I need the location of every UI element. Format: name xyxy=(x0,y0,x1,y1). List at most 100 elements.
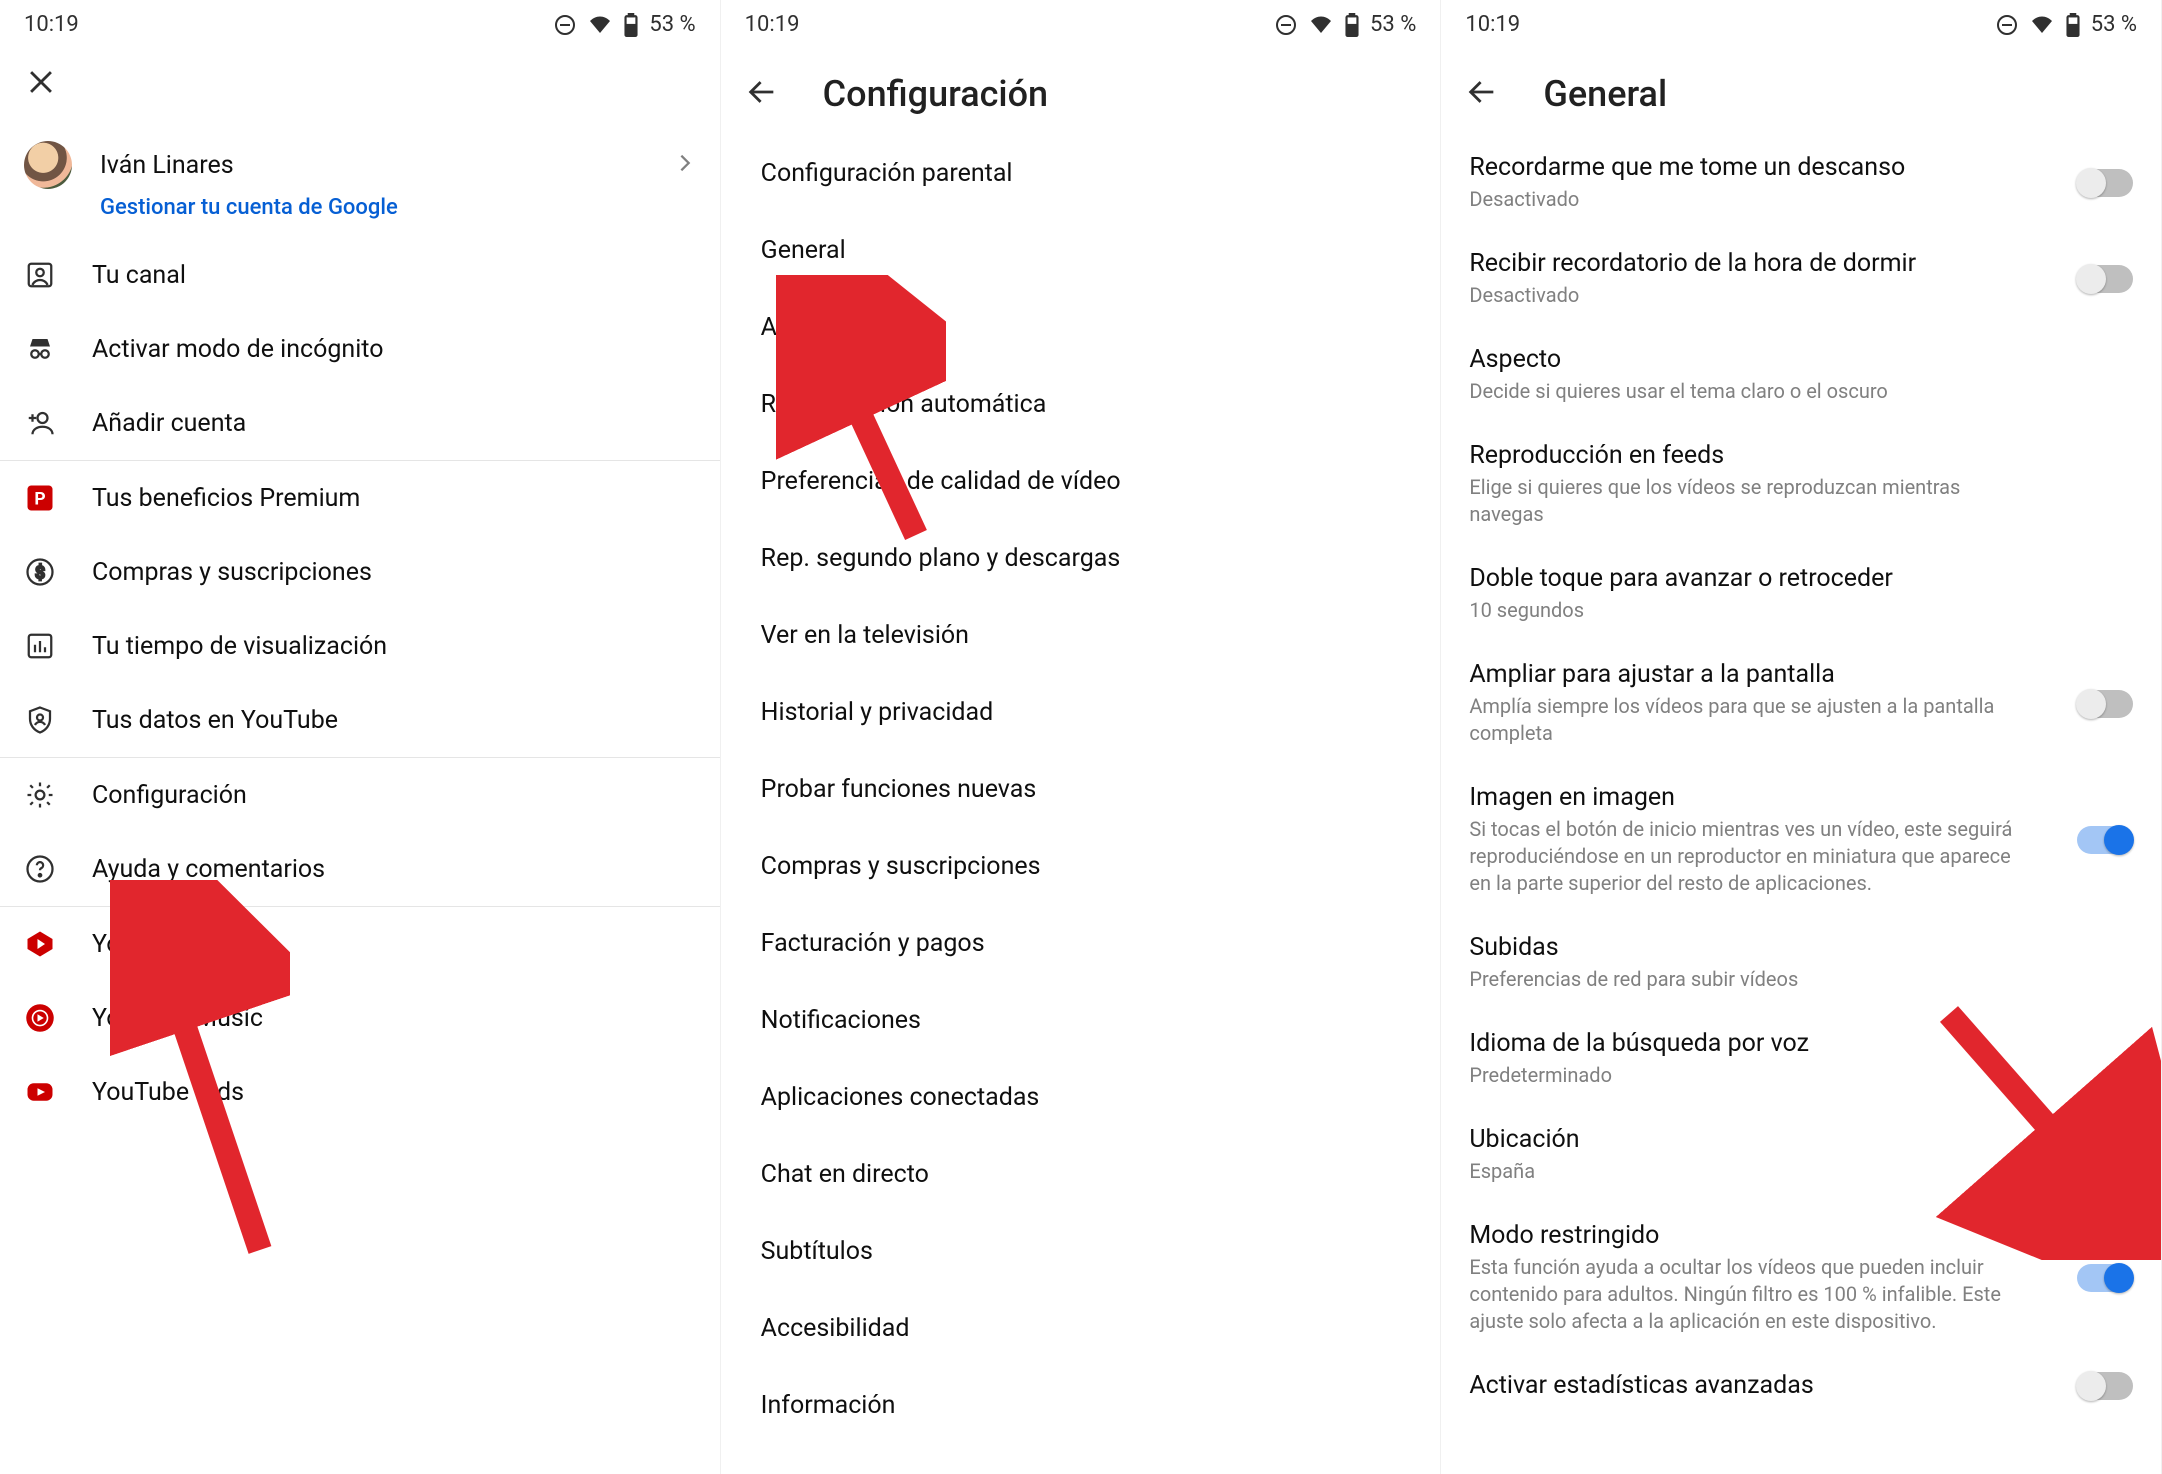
status-icons: 53 % xyxy=(553,12,695,37)
item-label: Aplicaciones conectadas xyxy=(761,1083,1040,1112)
row-settings[interactable]: Configuración xyxy=(0,758,720,832)
row-general[interactable]: General xyxy=(721,212,1441,289)
back-arrow-icon[interactable] xyxy=(1465,75,1499,113)
setting-bedtime-reminder[interactable]: Recibir recordatorio de la hora de dormi… xyxy=(1441,231,2161,327)
row-yt-kids[interactable]: YouTube Kids xyxy=(0,1055,720,1129)
manage-account-link[interactable]: Gestionar tu cuenta de Google xyxy=(100,195,398,220)
row-yt-music[interactable]: YouTube Music xyxy=(0,981,720,1055)
add-person-icon xyxy=(24,408,56,438)
item-label: Información xyxy=(761,1391,896,1420)
battery-pct: 53 % xyxy=(1370,12,1416,37)
status-time: 10:19 xyxy=(24,12,79,37)
setting-sub: España xyxy=(1469,1158,2029,1185)
row-premium[interactable]: P Tus beneficios Premium xyxy=(0,461,720,535)
row-autoplay[interactable]: Reproducción automática xyxy=(721,366,1441,443)
row-add-account[interactable]: Añadir cuenta xyxy=(0,386,720,460)
setting-title: Subidas xyxy=(1469,933,2133,962)
wifi-icon xyxy=(1308,15,1334,35)
item-label: Reproducción automática xyxy=(761,390,1047,419)
row-video-quality[interactable]: Preferencias de calidad de vídeo xyxy=(721,443,1441,520)
row-your-data[interactable]: Tus datos en YouTube xyxy=(0,683,720,757)
item-label: Tu tiempo de visualización xyxy=(92,632,387,661)
screen-settings: 10:19 53 % Configuración Configuración p… xyxy=(721,0,1442,1474)
battery-icon xyxy=(2065,13,2081,37)
row-watch-time[interactable]: Tu tiempo de visualización xyxy=(0,609,720,683)
close-icon[interactable] xyxy=(24,65,58,103)
back-arrow-icon[interactable] xyxy=(745,75,779,113)
yt-kids-icon xyxy=(24,1077,56,1107)
setting-pip[interactable]: Imagen en imagen Si tocas el botón de in… xyxy=(1441,765,2161,915)
toggle[interactable] xyxy=(2077,265,2133,293)
avatar xyxy=(24,141,72,189)
setting-title: Recordarme que me tome un descanso xyxy=(1469,153,2059,182)
svg-text:$: $ xyxy=(35,562,45,583)
row-notifications[interactable]: Notificaciones xyxy=(721,982,1441,1059)
setting-appearance[interactable]: Aspecto Decide si quieres usar el tema c… xyxy=(1441,327,2161,423)
status-time: 10:19 xyxy=(1465,12,1520,37)
chart-icon xyxy=(24,631,56,661)
status-time: 10:19 xyxy=(745,12,800,37)
toggle[interactable] xyxy=(2077,690,2133,718)
item-label: Ayuda y comentarios xyxy=(92,855,325,884)
item-label: YouTube Kids xyxy=(92,1078,244,1107)
chevron-right-icon xyxy=(674,152,696,178)
item-label: Probar funciones nuevas xyxy=(761,775,1037,804)
toggle[interactable] xyxy=(2077,1372,2133,1400)
setting-title: Imagen en imagen xyxy=(1469,783,2059,812)
setting-break-reminder[interactable]: Recordarme que me tome un descanso Desac… xyxy=(1441,135,2161,231)
row-connected-apps[interactable]: Aplicaciones conectadas xyxy=(721,1059,1441,1136)
row-background[interactable]: Rep. segundo plano y descargas xyxy=(721,520,1441,597)
toggle[interactable] xyxy=(2077,169,2133,197)
setting-title: Aspecto xyxy=(1469,345,2133,374)
setting-restricted-mode[interactable]: Modo restringido Esta función ayuda a oc… xyxy=(1441,1203,2161,1353)
setting-voice-lang[interactable]: Idioma de la búsqueda por voz Predetermi… xyxy=(1441,1011,2161,1107)
manage-account-row[interactable]: Gestionar tu cuenta de Google xyxy=(0,193,720,238)
row-your-channel[interactable]: Tu canal xyxy=(0,238,720,312)
profile-row[interactable]: Iván Linares xyxy=(0,123,720,193)
setting-uploads[interactable]: Subidas Preferencias de red para subir v… xyxy=(1441,915,2161,1011)
row-incognito[interactable]: Activar modo de incógnito xyxy=(0,312,720,386)
setting-sub: Desactivado xyxy=(1469,186,2029,213)
svg-text:P: P xyxy=(34,489,45,509)
yt-music-icon xyxy=(24,1003,56,1033)
item-label: Chat en directo xyxy=(761,1160,929,1189)
setting-sub: Predeterminado xyxy=(1469,1062,2029,1089)
wifi-icon xyxy=(2029,15,2055,35)
setting-adv-stats[interactable]: Activar estadísticas avanzadas xyxy=(1441,1353,2161,1418)
row-tv[interactable]: Ver en la televisión xyxy=(721,597,1441,674)
setting-double-tap[interactable]: Doble toque para avanzar o retroceder 10… xyxy=(1441,546,2161,642)
row-data-saving[interactable]: Ahorro de datos xyxy=(721,289,1441,366)
row-purchases[interactable]: $ Compras y suscripciones xyxy=(0,535,720,609)
help-icon xyxy=(24,854,56,884)
row-subtitles[interactable]: Subtítulos xyxy=(721,1213,1441,1290)
toggle[interactable] xyxy=(2077,1264,2133,1292)
row-experimental[interactable]: Probar funciones nuevas xyxy=(721,751,1441,828)
setting-sub: Esta función ayuda a ocultar los vídeos … xyxy=(1469,1254,2029,1335)
item-label: Compras y suscripciones xyxy=(761,852,1041,881)
row-purchases[interactable]: Compras y suscripciones xyxy=(721,828,1441,905)
row-info[interactable]: Información xyxy=(721,1367,1441,1444)
status-icons: 53 % xyxy=(1274,12,1416,37)
item-label: Configuración xyxy=(92,781,247,810)
item-label: YouTube Music xyxy=(92,1004,263,1033)
row-live-chat[interactable]: Chat en directo xyxy=(721,1136,1441,1213)
setting-playback-feeds[interactable]: Reproducción en feeds Elige si quieres q… xyxy=(1441,423,2161,546)
setting-sub: Si tocas el botón de inicio mientras ves… xyxy=(1469,816,2029,897)
row-help[interactable]: Ayuda y comentarios xyxy=(0,832,720,906)
toggle[interactable] xyxy=(2077,826,2133,854)
setting-location[interactable]: Ubicación España xyxy=(1441,1107,2161,1203)
setting-zoom-fill[interactable]: Ampliar para ajustar a la pantalla Amplí… xyxy=(1441,642,2161,765)
row-yt-studio[interactable]: YouTube Studio xyxy=(0,907,720,981)
item-label: Preferencias de calidad de vídeo xyxy=(761,467,1121,496)
item-label: Notificaciones xyxy=(761,1006,921,1035)
row-history[interactable]: Historial y privacidad xyxy=(721,674,1441,751)
item-label: Añadir cuenta xyxy=(92,409,246,438)
yt-studio-icon xyxy=(24,929,56,959)
page-title: Configuración xyxy=(823,73,1048,115)
row-billing[interactable]: Facturación y pagos xyxy=(721,905,1441,982)
battery-pct: 53 % xyxy=(2091,12,2137,37)
item-label: Subtítulos xyxy=(761,1237,873,1266)
row-parental[interactable]: Configuración parental xyxy=(721,135,1441,212)
row-accessibility[interactable]: Accesibilidad xyxy=(721,1290,1441,1367)
item-label: Ver en la televisión xyxy=(761,621,969,650)
